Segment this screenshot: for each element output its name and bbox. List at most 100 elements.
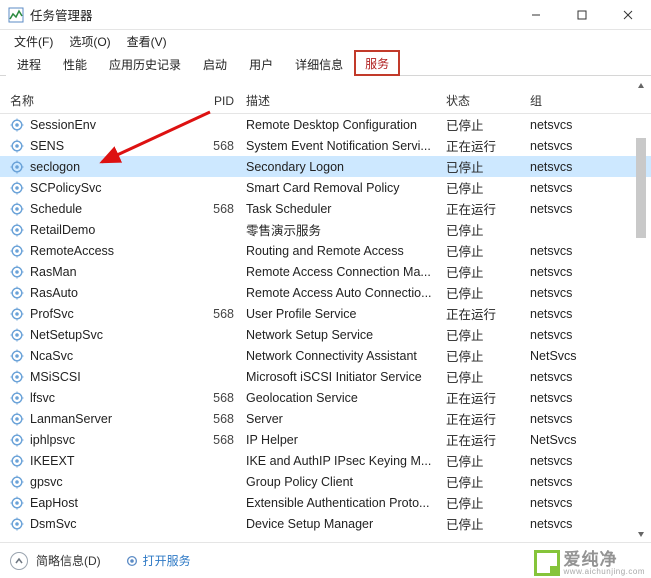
menu-view[interactable]: 查看(V) bbox=[119, 31, 175, 52]
menu-options[interactable]: 选项(O) bbox=[61, 31, 118, 52]
service-item-icon bbox=[10, 496, 24, 510]
service-row[interactable]: LanmanServer568Server正在运行netsvcs bbox=[0, 408, 651, 429]
service-row[interactable]: seclogonSecondary Logon已停止netsvcs bbox=[0, 156, 651, 177]
column-header-name[interactable]: 名称 bbox=[10, 92, 196, 109]
service-group: netsvcs bbox=[524, 328, 608, 342]
service-item-icon bbox=[10, 244, 24, 258]
service-name: gpsvc bbox=[30, 475, 196, 489]
watermark-logo-icon bbox=[534, 550, 560, 576]
service-name: seclogon bbox=[30, 160, 196, 174]
tab-processes[interactable]: 进程 bbox=[6, 51, 52, 76]
service-desc: Group Policy Client bbox=[240, 475, 440, 489]
scrollbar[interactable] bbox=[633, 78, 649, 542]
service-status: 已停止 bbox=[440, 241, 524, 260]
service-status: 已停止 bbox=[440, 493, 524, 512]
service-desc: Device Setup Manager bbox=[240, 517, 440, 531]
service-desc: Network Connectivity Assistant bbox=[240, 349, 440, 363]
service-row[interactable]: RemoteAccessRouting and Remote Access已停止… bbox=[0, 240, 651, 261]
service-row[interactable]: RasManRemote Access Connection Ma...已停止n… bbox=[0, 261, 651, 282]
service-status: 已停止 bbox=[440, 178, 524, 197]
service-desc: Network Setup Service bbox=[240, 328, 440, 342]
chevron-up-circle-icon[interactable] bbox=[10, 552, 28, 570]
service-name: NetSetupSvc bbox=[30, 328, 196, 342]
service-row[interactable]: DsmSvcDevice Setup Manager已停止netsvcs bbox=[0, 513, 651, 534]
service-status: 已停止 bbox=[440, 472, 524, 491]
service-item-icon bbox=[10, 286, 24, 300]
column-header-group[interactable]: 组 bbox=[524, 92, 608, 109]
service-row[interactable]: NcaSvc Network Connectivity Assistant已停止N… bbox=[0, 345, 651, 366]
service-row[interactable]: NetSetupSvc Network Setup Service已停止netsv… bbox=[0, 324, 651, 345]
column-header-status[interactable]: 状态 bbox=[440, 92, 524, 109]
service-desc: IP Helper bbox=[240, 433, 440, 447]
scroll-track[interactable] bbox=[633, 94, 649, 526]
service-group: NetSvcs bbox=[524, 349, 608, 363]
service-name: RasAuto bbox=[30, 286, 196, 300]
service-status: 已停止 bbox=[440, 325, 524, 344]
service-item-icon bbox=[10, 517, 24, 531]
service-row[interactable]: RetailDemo零售演示服务已停止 bbox=[0, 219, 651, 240]
service-name: SENS bbox=[30, 139, 196, 153]
open-services-link[interactable]: 打开服务 bbox=[143, 552, 191, 569]
scroll-thumb[interactable] bbox=[636, 138, 646, 238]
service-item-icon bbox=[10, 454, 24, 468]
service-name: RasMan bbox=[30, 265, 196, 279]
service-name: Schedule bbox=[30, 202, 196, 216]
service-name: SessionEnv bbox=[30, 118, 196, 132]
service-status: 正在运行 bbox=[440, 304, 524, 323]
service-item-icon bbox=[10, 160, 24, 174]
maximize-button[interactable] bbox=[559, 0, 605, 30]
service-status: 已停止 bbox=[440, 514, 524, 533]
column-header-pid[interactable]: PID bbox=[196, 94, 240, 108]
service-status: 正在运行 bbox=[440, 199, 524, 218]
service-row[interactable]: RasAutoRemote Access Auto Connectio...已停… bbox=[0, 282, 651, 303]
fewer-details-link[interactable]: 简略信息(D) bbox=[36, 552, 101, 569]
tab-performance[interactable]: 性能 bbox=[52, 51, 98, 76]
service-status: 已停止 bbox=[440, 262, 524, 281]
tab-details[interactable]: 详细信息 bbox=[284, 51, 354, 76]
tab-startup[interactable]: 启动 bbox=[192, 51, 238, 76]
column-header-description[interactable]: 描述 bbox=[240, 92, 440, 109]
service-pid: 568 bbox=[196, 307, 240, 321]
service-name: LanmanServer bbox=[30, 412, 196, 426]
service-status: 已停止 bbox=[440, 157, 524, 176]
close-button[interactable] bbox=[605, 0, 651, 30]
service-desc: IKE and AuthIP IPsec Keying M... bbox=[240, 454, 440, 468]
window-title: 任务管理器 bbox=[30, 5, 513, 24]
service-status: 正在运行 bbox=[440, 409, 524, 428]
tab-app-history[interactable]: 应用历史记录 bbox=[98, 51, 192, 76]
service-group: netsvcs bbox=[524, 160, 608, 174]
service-row[interactable]: SCPolicySvcSmart Card Removal Policy已停止n… bbox=[0, 177, 651, 198]
service-item-icon bbox=[10, 202, 24, 216]
service-row[interactable]: MSiSCSIMicrosoft iSCSI Initiator Service… bbox=[0, 366, 651, 387]
service-row[interactable]: iphlpsvc568IP Helper正在运行NetSvcs bbox=[0, 429, 651, 450]
service-group: netsvcs bbox=[524, 286, 608, 300]
scroll-down-arrow[interactable] bbox=[633, 526, 649, 542]
service-row[interactable]: Schedule568Task Scheduler正在运行netsvcs bbox=[0, 198, 651, 219]
service-row[interactable]: SENS568System Event Notification Servi..… bbox=[0, 135, 651, 156]
scroll-up-arrow[interactable] bbox=[633, 78, 649, 94]
service-item-icon bbox=[10, 412, 24, 426]
service-name: NcaSvc bbox=[30, 349, 196, 363]
menubar: 文件(F) 选项(O) 查看(V) bbox=[0, 30, 651, 52]
minimize-button[interactable] bbox=[513, 0, 559, 30]
service-pid: 568 bbox=[196, 139, 240, 153]
service-row[interactable]: IKEEXTIKE and AuthIP IPsec Keying M...已停… bbox=[0, 450, 651, 471]
service-row[interactable]: lfsvc568Geolocation Service正在运行netsvcs bbox=[0, 387, 651, 408]
service-status: 已停止 bbox=[440, 220, 524, 239]
service-pid: 568 bbox=[196, 433, 240, 447]
service-row[interactable]: EapHostExtensible Authentication Proto..… bbox=[0, 492, 651, 513]
service-row[interactable]: ProfSvc568User Profile Service正在运行netsvc… bbox=[0, 303, 651, 324]
tab-services[interactable]: 服务 bbox=[354, 50, 400, 76]
service-desc: Smart Card Removal Policy bbox=[240, 181, 440, 195]
service-group: netsvcs bbox=[524, 202, 608, 216]
service-name: lfsvc bbox=[30, 391, 196, 405]
service-status: 已停止 bbox=[440, 346, 524, 365]
service-group: netsvcs bbox=[524, 181, 608, 195]
tab-users[interactable]: 用户 bbox=[238, 51, 284, 76]
service-item-icon bbox=[10, 265, 24, 279]
menu-file[interactable]: 文件(F) bbox=[6, 31, 61, 52]
service-item-icon bbox=[10, 139, 24, 153]
service-row[interactable]: SessionEnvRemote Desktop Configuration已停… bbox=[0, 114, 651, 135]
service-row[interactable]: gpsvcGroup Policy Client已停止netsvcs bbox=[0, 471, 651, 492]
watermark: 爱纯净 www.aichunjing.com bbox=[534, 550, 645, 576]
